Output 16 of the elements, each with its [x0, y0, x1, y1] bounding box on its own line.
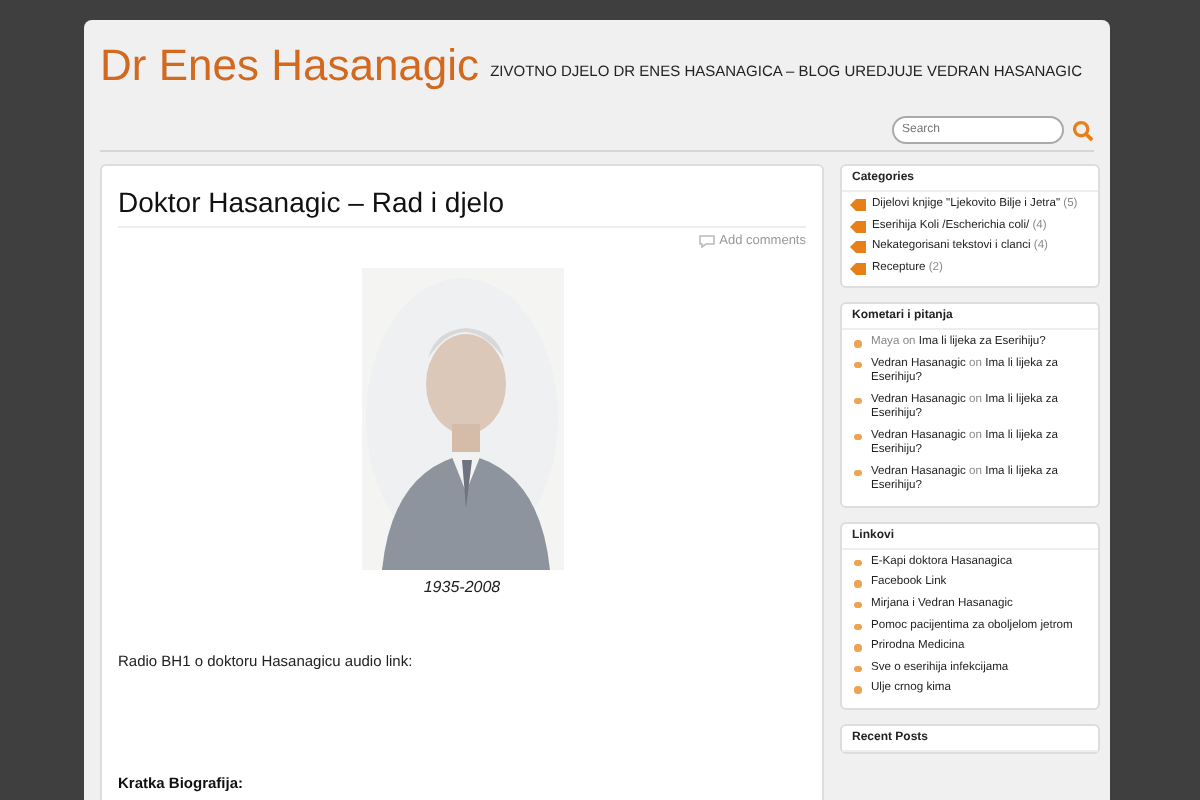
bullet-icon [854, 665, 861, 673]
bullet-icon [854, 559, 861, 567]
bullet-icon [854, 397, 861, 405]
bullet-icon [854, 686, 861, 694]
post-title[interactable]: Doktor Hasanagic – Rad i djelo [118, 186, 806, 228]
bullet-icon [854, 361, 861, 369]
bullet-icon [854, 469, 861, 477]
bullet-icon [854, 433, 861, 441]
bullet-icon [854, 601, 861, 609]
bullet-icon [854, 580, 861, 588]
bullet-icon [854, 644, 861, 652]
image-caption: 1935-2008 [423, 578, 501, 596]
search-icon[interactable] [1072, 119, 1094, 141]
speech-bubble-icon [697, 234, 716, 248]
bullet-icon [854, 623, 861, 630]
bullet-icon [854, 340, 861, 348]
